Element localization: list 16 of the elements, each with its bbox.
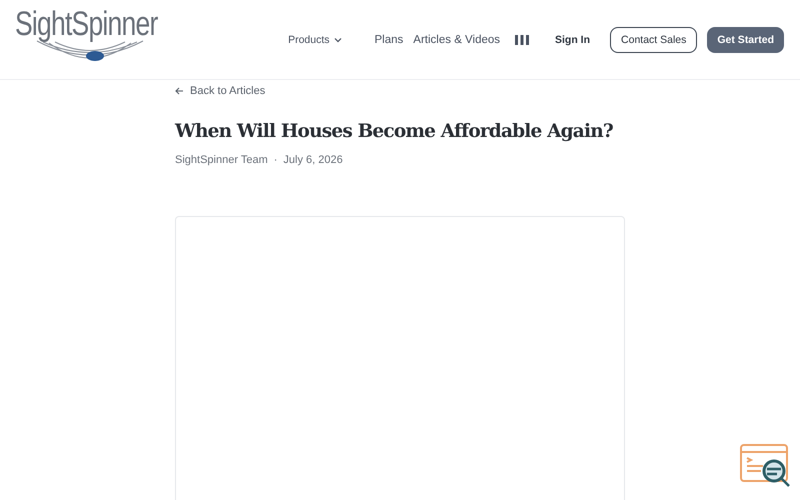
contact-sales-button[interactable]: Contact Sales bbox=[610, 26, 698, 52]
date: July 6, 2026 bbox=[283, 154, 343, 166]
browser-search-icon[interactable] bbox=[740, 444, 792, 488]
sign-in-link[interactable]: Sign In bbox=[555, 34, 590, 46]
logo-wordmark[interactable]: SightSpinner bbox=[15, 6, 158, 40]
products-menu[interactable]: Products bbox=[288, 34, 342, 46]
nav-link[interactable]: Articles & Videos bbox=[413, 34, 500, 46]
chevron-down-icon bbox=[334, 36, 342, 42]
nav-link[interactable]: Plans bbox=[374, 34, 404, 46]
author: SightSpinner Team bbox=[175, 154, 268, 166]
get-started-button[interactable]: Get Started bbox=[707, 26, 784, 52]
separator: · bbox=[274, 154, 278, 166]
arrow-left-icon bbox=[175, 87, 184, 95]
bar-chart-icon[interactable] bbox=[515, 34, 530, 44]
back-link[interactable]: Back to Articles bbox=[175, 84, 266, 98]
article-title: When Will Houses Become Affordable Again? bbox=[175, 120, 613, 144]
